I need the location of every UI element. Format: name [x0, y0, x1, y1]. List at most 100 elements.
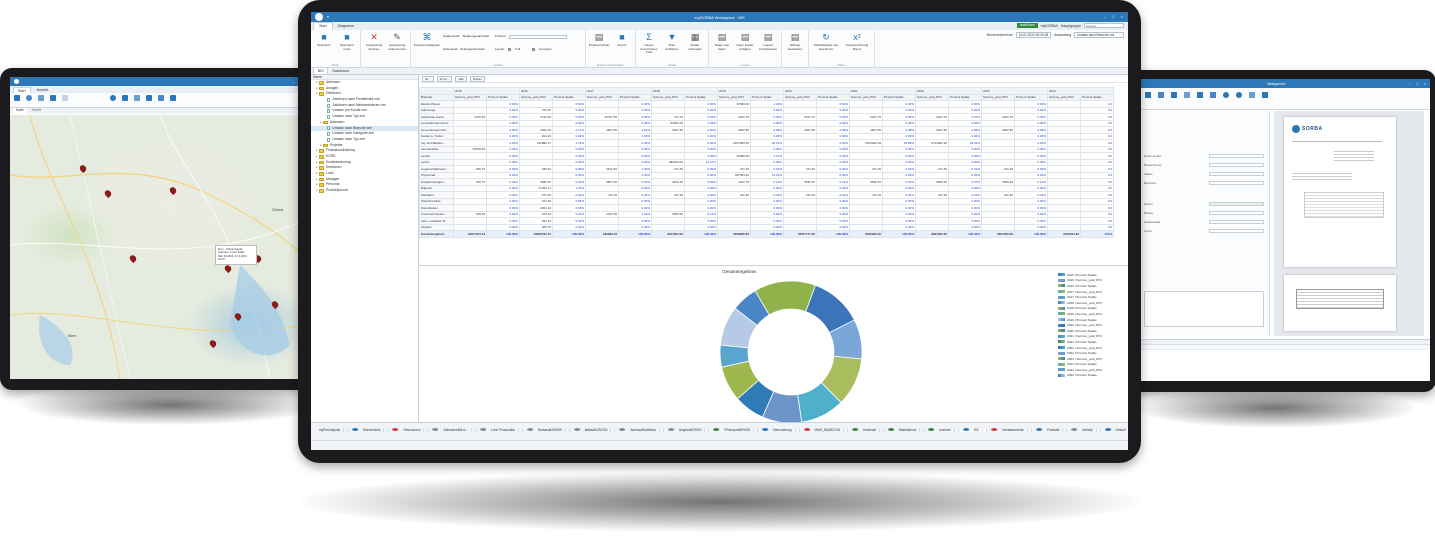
scan-icon[interactable] [1249, 92, 1255, 98]
redo-icon[interactable] [1197, 92, 1203, 98]
recalculate-button[interactable]: ↻ Statistikdaten neu berechnen [812, 32, 840, 51]
donut-chart[interactable] [419, 272, 1059, 422]
globe-icon[interactable] [26, 95, 32, 101]
hide-fields-button[interactable]: ▦ Felder verbergen [685, 32, 705, 55]
map-marker[interactable] [78, 163, 88, 174]
map-marker[interactable] [270, 299, 280, 310]
search-input[interactable]: Suchen... [1084, 23, 1124, 28]
minimize-icon[interactable]: – [1104, 14, 1106, 19]
new-calculated-field-button[interactable]: Σ Neues berechnetes Feld [639, 32, 659, 55]
undo-icon[interactable] [1184, 92, 1190, 98]
cost-calc-button[interactable]: x² Kostenrechnung Bsp.4 [843, 32, 871, 51]
document-list[interactable] [1140, 339, 1430, 381]
option-spaltentotal[interactable]: Spaltentotal [443, 33, 459, 40]
open-icon[interactable] [1158, 92, 1164, 98]
taskbar-item[interactable]: Monitorkreis [349, 427, 389, 432]
taskbar-item[interactable]: Lohn Personalbs [477, 427, 523, 432]
taskbar-item[interactable]: BorsasiaDRGBS [524, 427, 570, 432]
route-icon[interactable] [122, 95, 128, 101]
rename-report-button[interactable]: ✎ Auswertung umbenennen [387, 32, 407, 51]
filter-icon[interactable] [134, 95, 140, 101]
user-label[interactable]: myDORBA [1041, 24, 1058, 28]
map-marker[interactable] [128, 253, 138, 264]
pivot-filter-button[interactable]: Jahr [455, 75, 468, 82]
delete-report-button[interactable]: ✕ Auswertung löschen [364, 32, 384, 51]
export-icon[interactable] [146, 95, 152, 101]
form-input[interactable] [1209, 171, 1264, 176]
notes-textarea[interactable] [1144, 291, 1264, 327]
zoom-out-icon[interactable] [1236, 92, 1242, 98]
taskbar-item[interactable]: Putzsafe [1033, 427, 1068, 432]
map-marker[interactable] [223, 263, 233, 274]
form-input[interactable] [1209, 162, 1264, 167]
collapse-button[interactable]: ⌘ Zusammenklappen [414, 32, 440, 48]
taskbar-item[interactable]: Adressmell&Inv... [429, 427, 477, 432]
taskbar-item[interactable]: Memotchung [759, 427, 800, 432]
taskbar-item[interactable]: Materialruck [885, 427, 925, 432]
tree-node[interactable]: ▸ Produktjournal [311, 188, 418, 194]
map-canvas[interactable]: ZH n - Präsenzgerät Lieferant: 4 (Art: E… [10, 115, 314, 379]
taskbar-item[interactable]: Inventur [925, 427, 959, 432]
print-icon[interactable] [158, 95, 164, 101]
taskbar-item[interactable]: BIS [959, 427, 987, 432]
minimize-icon[interactable]: – [1409, 81, 1411, 86]
quick-access-icon[interactable]: ▾ [327, 14, 329, 19]
maximize-icon[interactable]: □ [1112, 14, 1114, 19]
taskbar-item[interactable]: Unterhalt [849, 427, 884, 432]
tab-start[interactable]: Start [313, 22, 333, 30]
taskbar-item[interactable]: PRanzprallDRGDi [710, 427, 759, 432]
doctab-dashboard[interactable]: Dashboard [328, 68, 353, 74]
map-marker[interactable] [103, 188, 113, 199]
kartengrundlage-icon[interactable] [14, 95, 20, 101]
doctab-bis[interactable]: BIS [313, 67, 329, 74]
option-spaltengesamttotal[interactable]: Spaltengesamttotal [462, 33, 489, 40]
taskbar-item[interactable]: Default [1102, 428, 1128, 432]
print-icon[interactable] [1210, 92, 1216, 98]
tab-diagramm[interactable]: Diagramm [333, 23, 360, 30]
zoom-icon[interactable] [170, 95, 176, 101]
search-icon[interactable] [110, 95, 116, 101]
taskbar-item[interactable]: Vorratskontrolle [988, 427, 1032, 432]
layout-full-radio[interactable] [508, 48, 512, 51]
save-as-button[interactable]: ■ Speichern unter [337, 32, 357, 51]
zoom-in-icon[interactable] [1223, 92, 1229, 98]
option-zeilentotal[interactable]: Zeilentotal [443, 46, 457, 53]
reload-data-button[interactable]: ▤ Daten neu laden [712, 32, 732, 51]
form-input[interactable] [1209, 210, 1264, 215]
pivot-total-row[interactable]: Gesamtergebnis 2320*324.13 100.00% 13687221… [419, 230, 1114, 238]
clear-filter-button[interactable]: ▼ Filter aufheben [662, 32, 682, 55]
print-preview-button[interactable]: ▤ Druckvorschau [589, 32, 610, 48]
legend-item[interactable]: 2024 | Prozent Spalte [1058, 373, 1120, 379]
map-marker[interactable] [233, 311, 243, 322]
settings-icon[interactable] [62, 95, 68, 101]
prozent-select[interactable] [508, 34, 567, 39]
form-input[interactable] [1209, 180, 1264, 185]
reset-layout-button[interactable]: ▤ Layout zurücksetzen [758, 32, 778, 51]
pivot-filter-button[interactable]: Datum [470, 75, 485, 82]
layer-icon[interactable] [38, 95, 44, 101]
save-button[interactable]: ■ Speichern [314, 32, 334, 51]
taskbar-item[interactable]: myProduktjunk [313, 427, 349, 432]
taskbar-item[interactable]: Ressourcen [389, 427, 429, 432]
taskbar-item[interactable]: AdressatSoltelAra [616, 427, 664, 432]
pivot-grid[interactable]: 2015 2016 2017 2018 2019 2020 2021 2022 2023 2024… [419, 87, 1128, 262]
layout-compact-radio[interactable] [532, 48, 536, 51]
status-badge[interactable]: ausführen [1016, 23, 1038, 28]
add-fields-button[interactable]: ▤ Neue Felder anfügen [735, 32, 755, 51]
save-icon[interactable] [1171, 92, 1177, 98]
new-icon[interactable] [1145, 92, 1151, 98]
maximize-icon[interactable]: □ [1416, 81, 1418, 86]
option-zeilengesamttotal[interactable]: Zeilengesamttotal [460, 46, 484, 53]
taskbar-item[interactable]: AbgesoltDRGDi [665, 427, 710, 432]
archive-icon[interactable] [1262, 92, 1268, 98]
pivot-filter-button[interactable]: Gr... [422, 75, 434, 82]
map-marker[interactable] [168, 185, 178, 196]
export-button[interactable]: ■ Export [612, 32, 632, 48]
close-icon[interactable]: × [1424, 81, 1426, 86]
taskbar-item[interactable]: MWZ_MADEZON [801, 427, 848, 432]
taskbar-item[interactable]: Activity [1068, 427, 1101, 432]
taskbar-item[interactable]: ladkasDUSZON [571, 427, 616, 432]
edit-query-button[interactable]: ▤ Abfrage bearbeiten [785, 32, 805, 51]
form-input[interactable] [1209, 153, 1264, 158]
pin-icon[interactable] [50, 95, 56, 101]
